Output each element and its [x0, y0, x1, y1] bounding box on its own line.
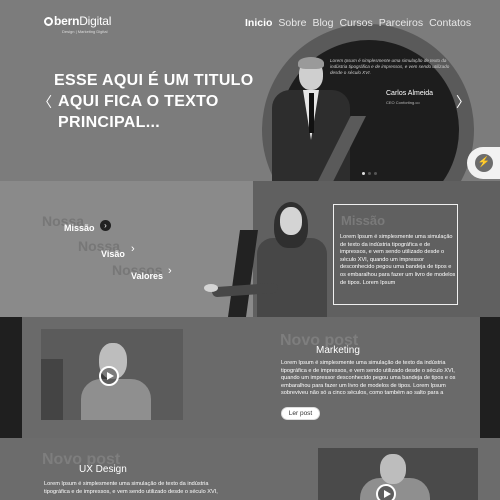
nav-item-cursos[interactable]: Cursos [339, 17, 372, 29]
mission-woman-face [280, 207, 302, 235]
testimonial-role: CEO Conforting.co [386, 100, 420, 105]
nav-item-contatos[interactable]: Contatos [429, 17, 471, 29]
nav-item-blog[interactable]: Blog [312, 17, 333, 29]
mission-panel-text: Lorem Ipsum é simplesmente uma simulação… [340, 234, 456, 286]
chevron-right-icon[interactable]: 〉 [456, 92, 470, 112]
tab-valores[interactable]: Valores [131, 271, 163, 281]
testimonial-person-hair [298, 57, 324, 69]
chevron-left-icon[interactable]: 〈 [38, 92, 52, 112]
chevron-right-icon[interactable]: › [131, 243, 135, 255]
messenger-icon: ⚡ [475, 154, 493, 172]
post-category: Marketing [316, 345, 360, 356]
messenger-button[interactable]: ⚡ [467, 147, 500, 179]
logo[interactable]: bernDigital Design | Marketing Digital [44, 14, 111, 34]
mission-panel-title: Missão [341, 213, 386, 228]
read-post-button[interactable]: Ler post [281, 407, 320, 420]
video-person-shirt [81, 379, 151, 420]
testimonial-person-tie [309, 93, 314, 133]
slider-dot[interactable] [368, 172, 371, 175]
post-side-bar [480, 317, 500, 438]
slider-dot[interactable] [362, 172, 365, 175]
post-excerpt: Lorem Ipsum é simplesmente uma simulação… [44, 481, 218, 495]
video-person-head [380, 454, 406, 484]
tab-visao[interactable]: Visão [101, 249, 125, 259]
slider-dots [362, 172, 377, 175]
logo-tagline: Design | Marketing Digital [62, 29, 108, 34]
play-icon[interactable] [99, 366, 119, 386]
mission-woman-hand [204, 284, 218, 292]
post-video-thumbnail[interactable] [318, 448, 478, 500]
post-category: UX Design [79, 464, 127, 475]
main-nav: Inicio Sobre Blog Cursos Parceiros Conta… [245, 17, 471, 29]
nav-item-inicio[interactable]: Inicio [245, 17, 272, 29]
logo-mark-icon [44, 17, 53, 26]
video-foreground-shape [41, 359, 63, 420]
chevron-right-icon[interactable]: › [168, 265, 172, 277]
post-side-bar [0, 317, 22, 438]
post-excerpt: Lorem Ipsum é simplesmente uma simulação… [281, 360, 456, 397]
testimonial-name: Carlos Almeida [386, 90, 434, 97]
play-icon[interactable] [376, 484, 396, 500]
mission-woman-body [257, 238, 327, 317]
nav-item-parceiros[interactable]: Parceiros [379, 17, 423, 29]
chevron-right-icon[interactable]: › [100, 220, 111, 231]
slider-dot[interactable] [374, 172, 377, 175]
tab-missao[interactable]: Missão [64, 223, 95, 233]
nav-item-sobre[interactable]: Sobre [278, 17, 306, 29]
testimonial-quote: Lorem Ipsum é simplesmente uma simulação… [330, 58, 450, 75]
hero-title: ESSE AQUI É UM TITULO AQUI FICA O TEXTO … [54, 72, 254, 131]
